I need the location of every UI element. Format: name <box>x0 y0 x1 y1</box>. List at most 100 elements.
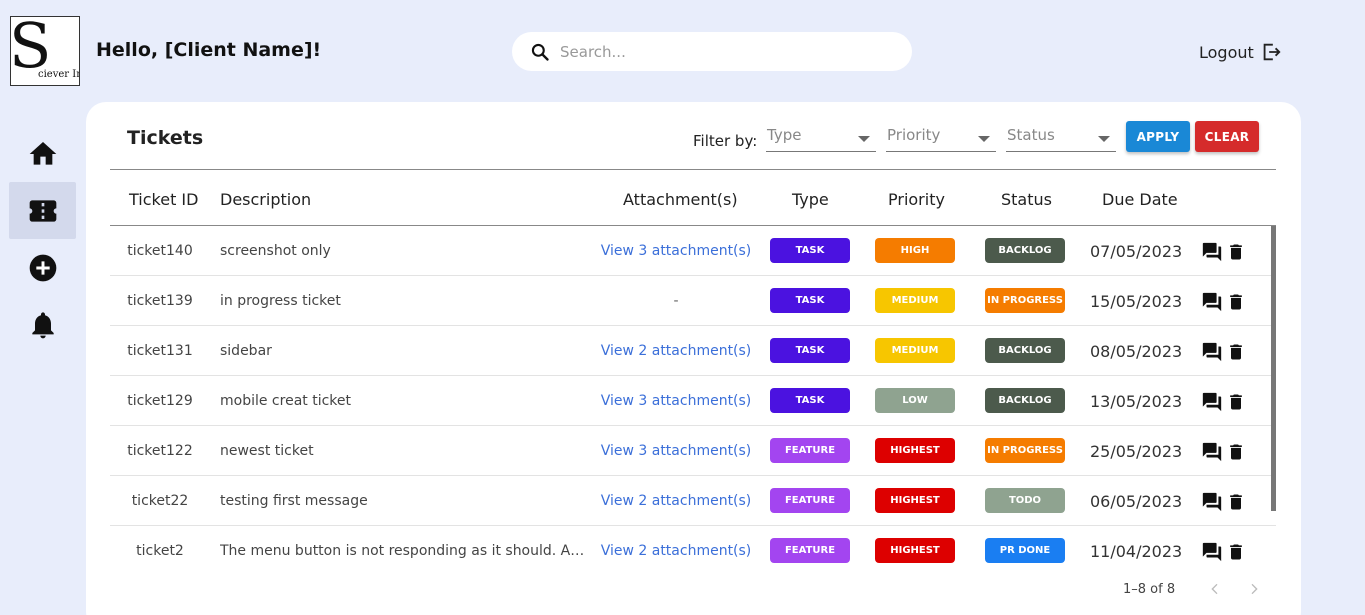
table-row[interactable]: ticket139 in progress ticket - TASK MEDIUM IN… <box>110 276 1276 326</box>
type-badge: FEATURE <box>770 538 850 563</box>
filter-type-select[interactable]: Type <box>766 124 876 152</box>
due-date: 06/05/2023 <box>1090 492 1183 511</box>
next-page-button[interactable] <box>1244 578 1264 600</box>
page-title: Tickets <box>127 127 204 149</box>
filter-status-select[interactable]: Status <box>1006 124 1116 152</box>
greeting-title: Hello, [Client Name]! <box>96 39 322 61</box>
search-icon <box>531 43 549 61</box>
column-header-description[interactable]: Description <box>220 190 311 209</box>
trash-icon[interactable] <box>1226 241 1246 263</box>
status-badge: BACKLOG <box>985 388 1065 413</box>
attachments-empty: - <box>673 293 679 309</box>
ticket-description: The menu button is not responding as it … <box>220 543 585 559</box>
status-badge: BACKLOG <box>985 338 1065 363</box>
comment-icon[interactable] <box>1201 241 1223 263</box>
type-badge: FEATURE <box>770 438 850 463</box>
due-date: 13/05/2023 <box>1090 392 1183 411</box>
sidebar-item-add-ticket[interactable] <box>9 239 76 296</box>
column-header-ticket-id[interactable]: Ticket ID <box>129 190 198 209</box>
row-actions <box>1201 291 1246 313</box>
sidebar-item-notifications[interactable] <box>9 296 76 353</box>
comment-icon[interactable] <box>1201 541 1223 563</box>
chevron-down-icon <box>858 136 870 142</box>
row-actions <box>1201 341 1246 363</box>
comment-icon[interactable] <box>1201 391 1223 413</box>
company-logo: S ciever Inc. <box>10 16 80 86</box>
attachments-link[interactable]: View 3 attachment(s) <box>588 243 764 259</box>
comment-icon[interactable] <box>1201 341 1223 363</box>
filter-type-label: Type <box>767 126 802 144</box>
filter-priority-label: Priority <box>887 126 941 144</box>
column-header-type[interactable]: Type <box>792 190 829 209</box>
trash-icon[interactable] <box>1226 341 1246 363</box>
status-badge: PR DONE <box>985 538 1065 563</box>
attachments-link[interactable]: View 2 attachment(s) <box>588 343 764 359</box>
status-badge: IN PROGRESS <box>985 288 1065 313</box>
sidebar-item-tickets[interactable] <box>9 182 76 239</box>
table-row[interactable]: ticket22 testing first message View 2 atta… <box>110 476 1276 526</box>
type-badge: TASK <box>770 388 850 413</box>
apply-button[interactable]: APPLY <box>1126 121 1190 152</box>
trash-icon[interactable] <box>1226 491 1246 513</box>
trash-icon[interactable] <box>1226 391 1246 413</box>
table-row[interactable]: ticket122 newest ticket View 3 attachment(… <box>110 426 1276 476</box>
attachments-link[interactable]: View 2 attachment(s) <box>588 543 764 559</box>
row-actions <box>1201 241 1246 263</box>
trash-icon[interactable] <box>1226 291 1246 313</box>
column-header-attachments[interactable]: Attachment(s) <box>623 190 738 209</box>
chevron-left-icon <box>1211 583 1218 595</box>
ticket-description: mobile creat ticket <box>220 393 351 409</box>
type-badge: FEATURE <box>770 488 850 513</box>
row-actions <box>1201 391 1246 413</box>
sidebar-item-home[interactable] <box>9 125 76 182</box>
filter-status-label: Status <box>1007 126 1055 144</box>
priority-badge: LOW <box>875 388 955 413</box>
table-row[interactable]: ticket129 mobile creat ticket View 3 attac… <box>110 376 1276 426</box>
status-badge: TODO <box>985 488 1065 513</box>
attachments-link[interactable]: View 2 attachment(s) <box>588 493 764 509</box>
table-header: Ticket ID Description Attachment(s) Type… <box>110 169 1276 226</box>
row-actions <box>1201 491 1246 513</box>
comment-icon[interactable] <box>1201 441 1223 463</box>
due-date: 08/05/2023 <box>1090 342 1183 361</box>
prev-page-button[interactable] <box>1205 578 1225 600</box>
column-header-priority[interactable]: Priority <box>888 190 945 209</box>
ticket-id: ticket139 <box>127 293 193 309</box>
ticket-description: testing first message <box>220 493 368 509</box>
ticket-id: ticket129 <box>127 393 193 409</box>
status-badge: IN PROGRESS <box>985 438 1065 463</box>
chevron-down-icon <box>978 136 990 142</box>
attachments-link[interactable]: View 3 attachment(s) <box>588 443 764 459</box>
row-actions <box>1201 541 1246 563</box>
chevron-down-icon <box>1098 136 1110 142</box>
priority-badge: HIGHEST <box>875 438 955 463</box>
table-row[interactable]: ticket2 The menu button is not responding… <box>110 526 1276 564</box>
trash-icon[interactable] <box>1226 541 1246 563</box>
comment-icon[interactable] <box>1201 491 1223 513</box>
scrollbar-thumb[interactable] <box>1271 226 1276 511</box>
logo-text: ciever Inc. <box>38 69 79 80</box>
table-row[interactable]: ticket131 sidebar View 2 attachment(s) TASK… <box>110 326 1276 376</box>
ticket-icon <box>29 199 56 222</box>
column-header-due-date[interactable]: Due Date <box>1102 190 1178 209</box>
clear-button[interactable]: CLEAR <box>1195 121 1259 152</box>
filter-priority-select[interactable]: Priority <box>886 124 996 152</box>
attachments-link[interactable]: View 3 attachment(s) <box>588 393 764 409</box>
logout-button[interactable]: Logout <box>1199 41 1282 63</box>
trash-icon[interactable] <box>1226 441 1246 463</box>
table-row[interactable]: ticket140 screenshot only View 3 attachmen… <box>110 226 1276 276</box>
row-actions <box>1201 441 1246 463</box>
column-header-status[interactable]: Status <box>1001 190 1052 209</box>
chevron-right-icon <box>1251 583 1258 595</box>
due-date: 25/05/2023 <box>1090 442 1183 461</box>
type-badge: TASK <box>770 338 850 363</box>
ticket-id: ticket131 <box>127 343 193 359</box>
search-bar[interactable] <box>512 32 912 71</box>
priority-badge: HIGH <box>875 238 955 263</box>
logout-icon <box>1263 43 1281 61</box>
table-body: ticket140 screenshot only View 3 attachmen… <box>110 226 1276 564</box>
priority-badge: MEDIUM <box>875 288 955 313</box>
comment-icon[interactable] <box>1201 291 1223 313</box>
search-input[interactable] <box>560 42 880 61</box>
ticket-description: newest ticket <box>220 443 314 459</box>
